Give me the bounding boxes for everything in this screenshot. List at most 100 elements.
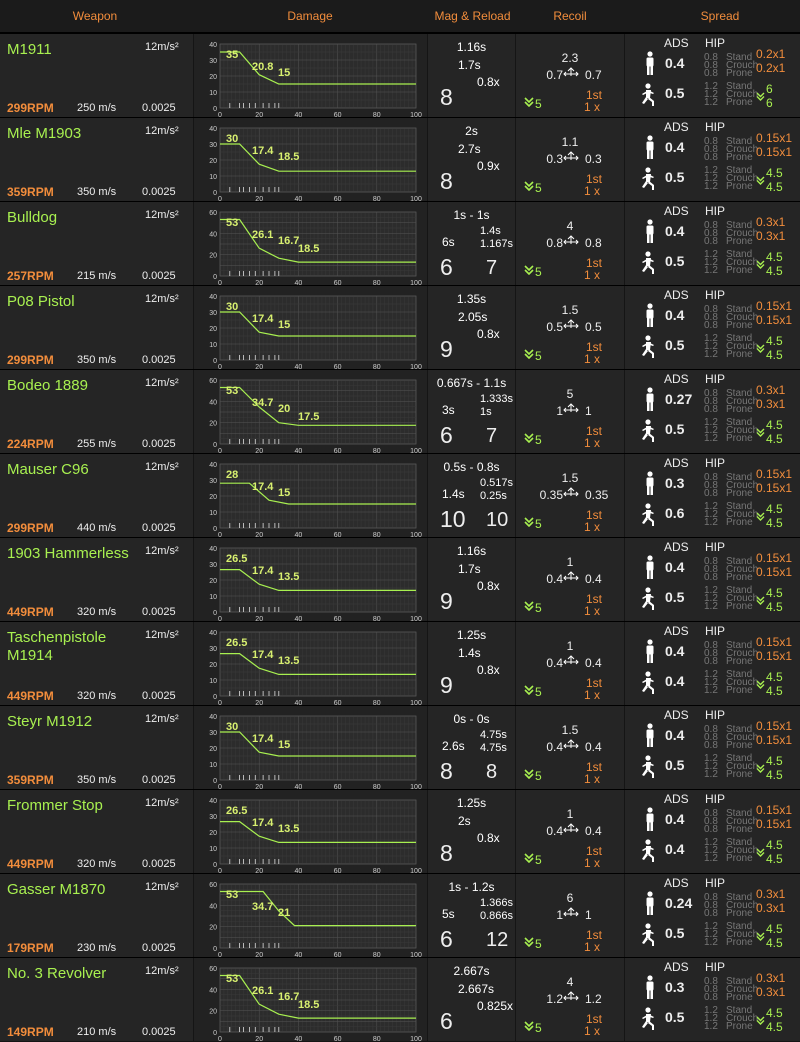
- weapon-rpm: 449RPM: [7, 689, 54, 703]
- damage-value-label: 17.4: [252, 733, 274, 745]
- recoil-multiplier: 1 x: [584, 100, 601, 114]
- damage-value-label: 26.5: [226, 805, 247, 817]
- hip-move-prone-val: 1.2: [704, 1021, 718, 1032]
- hip-spread-crouch: 0.15x1: [756, 565, 793, 579]
- damage-falloff-chart: 02040600 20 40 60 80 1005334.7 2017.5: [209, 378, 422, 453]
- weapon-name: Gasser M1870: [7, 881, 106, 898]
- ads-label: ADS: [664, 288, 689, 302]
- y-tick-label: 40: [209, 630, 217, 637]
- standing-person-icon: [646, 471, 654, 495]
- reload-time-top: 0.667s - 1.1s: [436, 376, 507, 390]
- weapon-drag: 0.0025: [142, 942, 176, 954]
- recoil-direction-icon: [563, 739, 579, 749]
- damage-chart-cell: 0 10 20 30 40 0 20 40 60 80 100 26.5 17.4 13.5: [194, 790, 427, 873]
- standing-person-icon: [646, 555, 654, 579]
- move-prone-label: Prone: [726, 1021, 753, 1032]
- recoil-left: 0.4: [546, 656, 563, 670]
- weapon-velocity: 210 m/s: [77, 1026, 117, 1038]
- y-tick-label: 10: [209, 594, 217, 601]
- y-tick-label: 10: [209, 846, 217, 853]
- ads-label: ADS: [664, 372, 689, 386]
- recoil-recovery: 5: [535, 517, 542, 531]
- weapon-acceleration: 12m/s²: [145, 293, 179, 305]
- recoil-right: 0.8: [585, 236, 602, 250]
- reload-detail-1: 1.333s: [480, 393, 514, 405]
- mag-reload-cell: 1.25s 2s 0.8x 8: [428, 790, 515, 873]
- hip-spread-stand: 0.3x1: [756, 383, 786, 397]
- ads-spread-move: 0.5: [665, 1009, 685, 1025]
- weapon-rpm: 224RPM: [7, 437, 54, 451]
- recoil-cell: 1.5 0.5 0.5 1st 1 x5: [516, 286, 624, 369]
- recoil-cell: 4 1.2 1.2 1st 1 x5: [516, 958, 624, 1041]
- magazine-size: 6: [440, 254, 453, 280]
- y-tick-label: 40: [209, 714, 217, 721]
- ads-spread-stand: 0.24: [665, 895, 693, 911]
- ads-label: ADS: [664, 120, 689, 134]
- reload-detail-2: 4.75s: [480, 742, 507, 754]
- recoil-right: 0.4: [585, 656, 602, 670]
- standing-person-icon: [646, 51, 654, 75]
- damage-falloff-chart: 0102030400 20 40 60 80 1002817.4 15: [209, 462, 422, 537]
- running-person-icon: [642, 923, 654, 946]
- ads-spread-stand: 0.4: [665, 559, 685, 575]
- recoil-recovery: 5: [535, 97, 542, 111]
- reload-time-full: 1.7s: [458, 58, 481, 72]
- hip-prone-val: 0.8: [704, 740, 718, 751]
- recoil-up: 6: [566, 891, 574, 905]
- recoil-up: 4: [566, 219, 574, 233]
- recoil-direction-icon: [563, 487, 579, 497]
- weapon-velocity: 320 m/s: [77, 858, 117, 870]
- reload-detail-1: 0.517s: [480, 477, 514, 489]
- weapon-row: Gasser M1870 12m/s² 179RPM 230 m/s 0.0025 0 20…: [0, 873, 800, 957]
- chevron-down-icon: [524, 601, 534, 611]
- ads-label: ADS: [664, 708, 689, 722]
- ads-spread-move: 0.5: [665, 253, 685, 269]
- weapon-info-cell: Bodeo 1889 12m/s² 224RPM 255 m/s 0.0025: [0, 370, 193, 453]
- damage-chart-cell: 0 10 20 30 40 0 20 40 60 80 100 26.5 17.4 13.5: [194, 622, 427, 705]
- hip-label: HIP: [705, 960, 726, 974]
- damage-falloff-chart: 0102030400 20 40 60 80 10026.517.4 13.5: [209, 546, 422, 621]
- recoil-cell: 5 1 1 1st 1 x5: [516, 370, 624, 453]
- chevron-down-icon: [524, 517, 534, 527]
- chevron-down-icon: [524, 181, 534, 191]
- chevron-down-icon: [524, 937, 534, 947]
- weapon-acceleration: 12m/s²: [145, 881, 179, 893]
- hip-spread-move: 4.5: [766, 334, 783, 348]
- weapon-name: No. 3 Revolver: [7, 965, 107, 982]
- weapon-acceleration: 12m/s²: [145, 965, 179, 977]
- reload-time-top: 1s - 1.2s: [448, 880, 495, 894]
- y-tick-label: 40: [209, 399, 217, 406]
- y-tick-label: 0: [213, 610, 217, 617]
- hip-spread-move: 4.5: [766, 418, 783, 432]
- y-tick-label: 0: [213, 862, 217, 869]
- hip-spread-move-2: 4.5: [766, 768, 783, 782]
- reload-time-top: 1.16s: [456, 40, 487, 54]
- reload-time-top: 1s - 1s: [453, 208, 490, 222]
- weapon-name: Bulldog: [7, 209, 58, 226]
- hip-spread-crouch: 0.3x1: [756, 229, 786, 243]
- recoil-left: 1: [556, 908, 563, 922]
- damage-value-label: 26.5: [226, 553, 247, 565]
- ammo-reserve: 7: [486, 425, 498, 447]
- damage-falloff-chart: 0102030400 20 40 60 80 1003017.4 18.5: [209, 126, 422, 201]
- ads-spread-move: 0.5: [665, 589, 685, 605]
- ads-spread-move: 0.5: [665, 925, 685, 941]
- weapon-drag: 0.0025: [142, 522, 176, 534]
- damage-chart-cell: 0 10 20 30 40 0 20 40 60 80 100 26.5 17.4 13.5: [194, 538, 427, 621]
- weapon-drag: 0.0025: [142, 186, 176, 198]
- hip-spread-move-2: 4.5: [766, 516, 783, 530]
- header-damage: Damage: [287, 9, 333, 23]
- ads-label: ADS: [664, 456, 689, 470]
- y-tick-label: 0: [213, 946, 217, 953]
- y-tick-label: 20: [209, 578, 217, 585]
- y-tick-label: 40: [209, 546, 217, 553]
- y-tick-label: 60: [209, 378, 217, 385]
- damage-chart-cell: 0 20 40 60 0 20 40 60 80 100 53 34.7 21: [194, 874, 427, 957]
- damage-chart-cell: 0 10 20 30 40 0 20 40 60 80 100 28 17.4 15: [194, 454, 427, 537]
- prone-label: Prone: [726, 908, 753, 919]
- reload-time-top: 1.16s: [456, 544, 487, 558]
- mag-reload-cell: 1.16s 1.7s 0.8x 8: [428, 34, 515, 117]
- damage-value-label: 26.1: [252, 985, 273, 997]
- recoil-left: 0.5: [546, 320, 563, 334]
- hip-spread-move: 4.5: [766, 166, 783, 180]
